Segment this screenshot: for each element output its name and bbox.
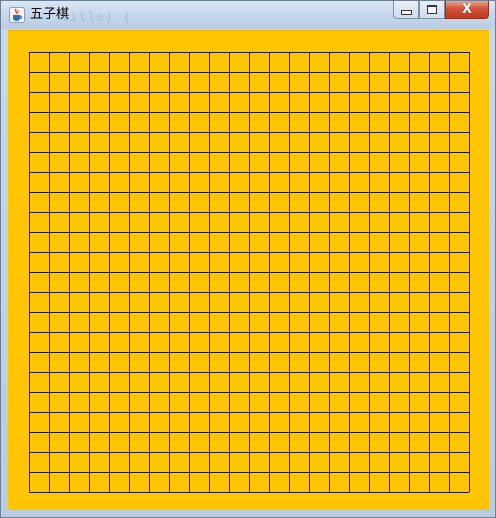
background-ghost-text: title) { [61,10,132,25]
title-bar[interactable]: 五子棋 title) { X [1,1,495,29]
java-coffee-cup-icon[interactable] [9,7,25,23]
minimize-icon [400,9,412,15]
app-window: 五子棋 title) { X [0,0,496,518]
gomoku-board[interactable] [8,30,489,510]
window-controls: X [393,1,489,21]
board-grid[interactable] [8,31,489,511]
client-area [8,30,489,510]
maximize-button[interactable] [419,1,445,19]
maximize-icon [427,5,437,14]
minimize-button[interactable] [393,1,419,19]
close-icon: X [461,2,473,17]
close-button[interactable]: X [445,1,489,19]
